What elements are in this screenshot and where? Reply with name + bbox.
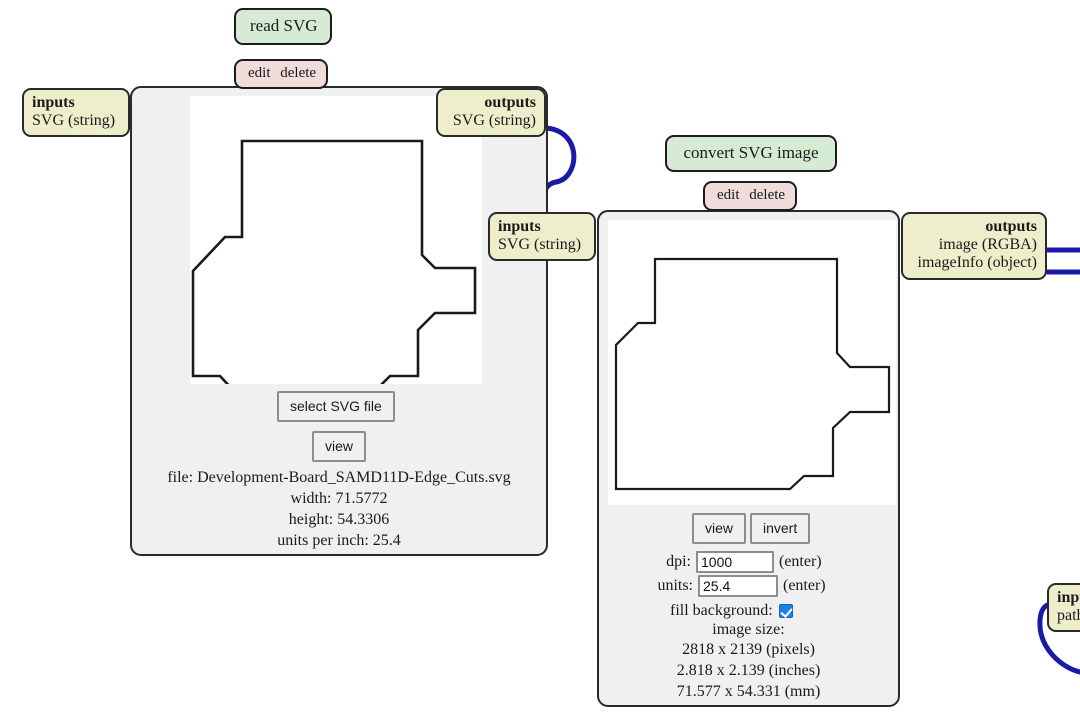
- input-port-svg[interactable]: SVG (string): [498, 236, 586, 254]
- invert-button[interactable]: invert: [750, 513, 811, 544]
- input-port-heading: inputs: [32, 94, 75, 111]
- input-port-heading: inputs: [498, 218, 541, 235]
- offscreen-input-port-group[interactable]: inputs path: [1047, 583, 1080, 633]
- delete-action[interactable]: delete: [280, 65, 316, 81]
- dpi-hint: (enter): [779, 553, 822, 570]
- dpi-field-row[interactable]: dpi: (enter): [655, 551, 822, 573]
- svg-preview[interactable]: [190, 96, 482, 384]
- output-port-group[interactable]: outputs SVG (string): [436, 88, 546, 138]
- output-port-heading: outputs: [484, 94, 536, 111]
- image-preview[interactable]: [608, 220, 896, 505]
- output-port-heading: outputs: [985, 218, 1037, 235]
- input-port-group[interactable]: inputs SVG (string): [22, 88, 130, 138]
- units-hint: (enter): [783, 577, 826, 594]
- units-label: units:: [657, 577, 693, 594]
- board-outline-path: [614, 257, 891, 491]
- dpi-label: dpi:: [666, 553, 691, 570]
- edit-action[interactable]: edit: [248, 65, 271, 81]
- output-port-group[interactable]: outputs image (RGBA) imageInfo (object): [901, 212, 1047, 280]
- units-input[interactable]: [698, 575, 778, 597]
- output-port-image[interactable]: image (RGBA): [911, 236, 1037, 254]
- node-title[interactable]: convert SVG image: [665, 135, 837, 172]
- edit-action[interactable]: edit: [717, 187, 740, 203]
- input-port-path[interactable]: path: [1057, 607, 1080, 625]
- info-size-mm: 71.577 x 54.331 (mm): [676, 683, 821, 700]
- view-button[interactable]: view: [692, 513, 747, 544]
- node-graph-canvas[interactable]: read SVG edit delete inputs SVG (string)…: [0, 0, 1080, 720]
- fill-background-checkbox[interactable]: [778, 604, 793, 618]
- info-file: file: Development-Board_SAMD11D-Edge_Cut…: [167, 469, 511, 486]
- fill-background-row[interactable]: fill background:: [670, 602, 793, 620]
- info-units-per-inch: units per inch: 25.4: [277, 532, 401, 549]
- input-port-svg[interactable]: SVG (string): [32, 112, 120, 130]
- input-port-group[interactable]: inputs SVG (string): [488, 212, 596, 262]
- board-outline-path: [191, 139, 477, 384]
- node-edit-bar[interactable]: edit delete: [703, 181, 797, 211]
- node-title[interactable]: read SVG: [234, 8, 332, 45]
- info-size-pixels: 2818 x 2139 (pixels): [682, 641, 815, 658]
- output-port-svg[interactable]: SVG (string): [446, 112, 536, 130]
- fill-background-label: fill background:: [670, 602, 773, 619]
- info-width: width: 71.5772: [290, 490, 388, 507]
- select-svg-file-button[interactable]: select SVG file: [277, 391, 395, 422]
- info-size-inches: 2.818 x 2.139 (inches): [676, 662, 821, 679]
- delete-action[interactable]: delete: [749, 187, 785, 203]
- view-button[interactable]: view: [312, 431, 367, 462]
- info-height: height: 54.3306: [288, 511, 390, 528]
- input-port-heading: inputs: [1057, 589, 1080, 606]
- dpi-input[interactable]: [696, 551, 774, 573]
- units-field-row[interactable]: units: (enter): [648, 575, 826, 597]
- node-edit-bar[interactable]: edit delete: [234, 59, 328, 89]
- info-image-size-label: image size:: [712, 621, 785, 638]
- output-port-imageinfo[interactable]: imageInfo (object): [911, 254, 1038, 272]
